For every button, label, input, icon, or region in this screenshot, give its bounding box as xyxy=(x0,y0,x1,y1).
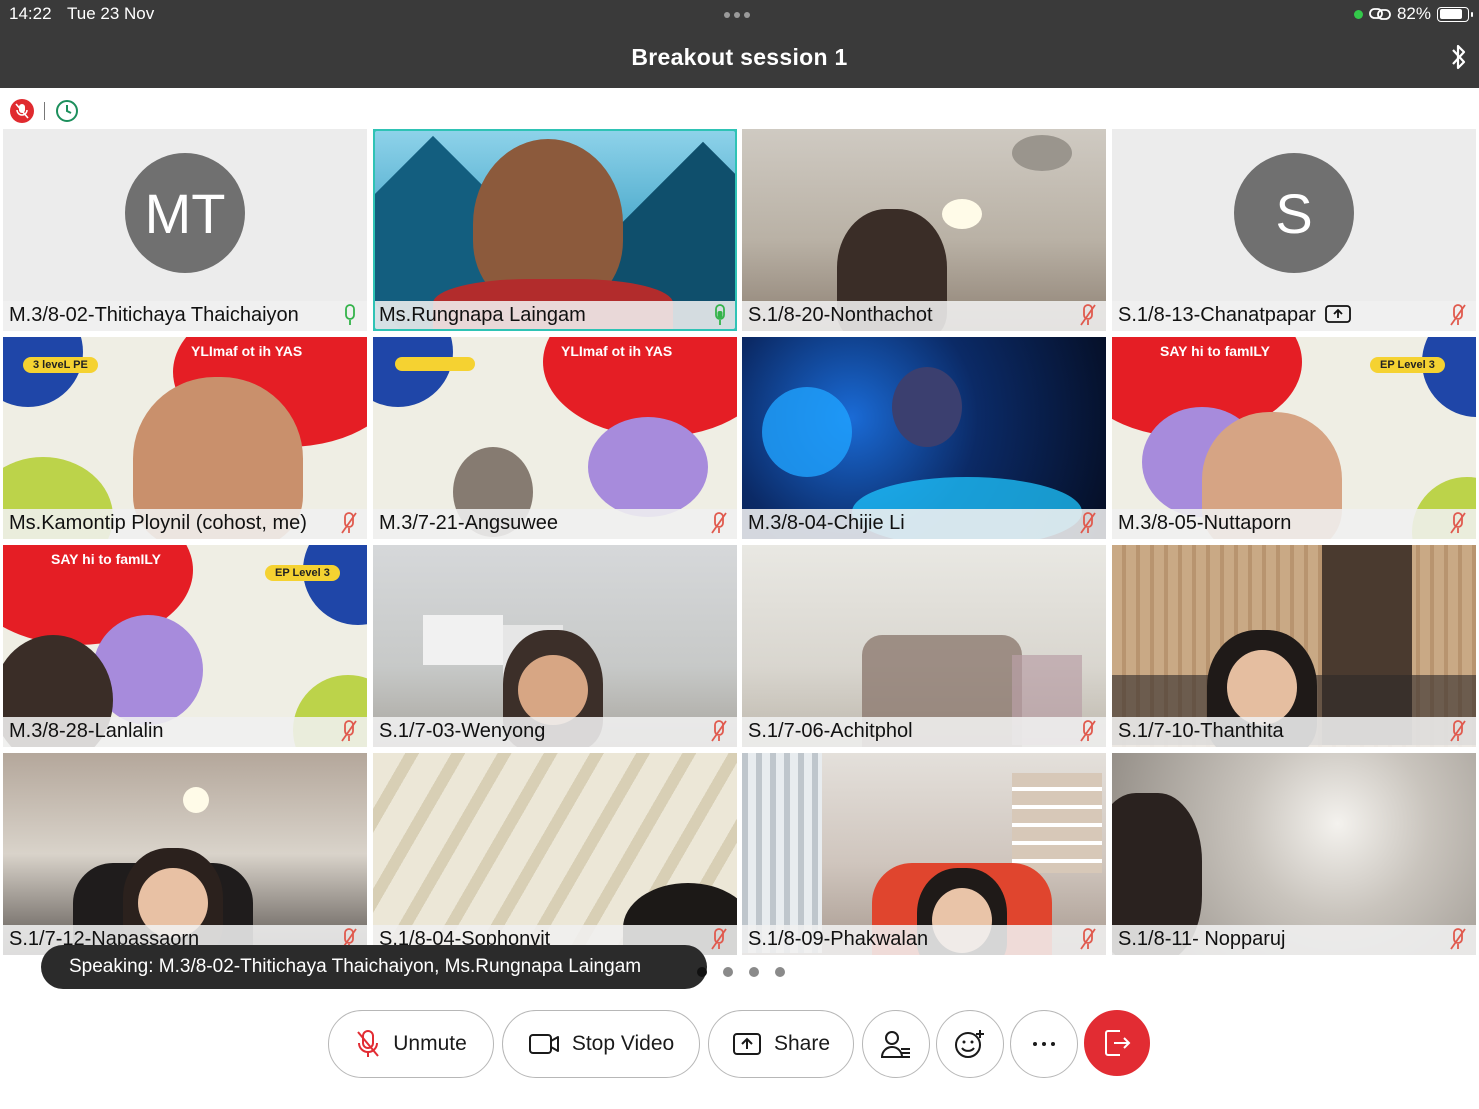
background-banner-text: YLImaf ot ih YAS xyxy=(561,343,673,359)
share-button[interactable]: Share xyxy=(708,1010,854,1078)
participant-name: S.1/8-11- Nopparuj xyxy=(1112,925,1476,955)
ep-level-badge: EP Level 3 xyxy=(265,565,340,581)
mic-muted-icon xyxy=(1080,512,1096,534)
participant-name: M.3/8-02-Thitichaya Thaichaiyon xyxy=(3,301,367,331)
participant-tile[interactable]: SAY hi to famILY EP Level 3 M.3/8-05-Nut… xyxy=(1112,337,1476,539)
unmute-button[interactable]: Unmute xyxy=(328,1010,494,1078)
video-camera-icon xyxy=(528,1034,559,1054)
participant-name: M.3/8-05-Nuttaporn xyxy=(1112,509,1476,539)
participant-tile[interactable]: M.3/8-04-Chijie Li xyxy=(742,337,1106,539)
share-label: Share xyxy=(773,1032,831,1055)
participant-tile-active-speaker[interactable]: Ms.Rungnapa Laingam xyxy=(373,129,737,331)
background-banner-text: SAY hi to famILY xyxy=(1160,343,1270,359)
status-indicators: 82% xyxy=(1353,4,1473,24)
participant-tile[interactable]: S.1/7-06-Achitphol xyxy=(742,545,1106,747)
session-title: Breakout session 1 xyxy=(631,44,848,70)
mic-on-icon xyxy=(345,304,355,325)
avatar: S xyxy=(1234,153,1354,273)
mic-muted-icon xyxy=(341,512,357,534)
reactions-button[interactable] xyxy=(936,1010,1004,1078)
page-indicator[interactable] xyxy=(697,967,785,977)
mic-muted-icon xyxy=(357,1030,380,1057)
participant-tile[interactable]: SAY hi to famILY EP Level 3 M.3/8-28-Lan… xyxy=(3,545,367,747)
participant-name: S.1/7-03-Wenyong xyxy=(373,717,737,747)
mic-muted-icon xyxy=(1450,720,1466,742)
page-dot-active[interactable] xyxy=(697,967,707,977)
bluetooth-icon[interactable] xyxy=(1449,42,1469,72)
participant-name: Ms.Kamontip Ploynil (cohost, me) xyxy=(3,509,367,539)
participant-tile[interactable]: S.1/8-11- Nopparuj xyxy=(1112,753,1476,955)
page-dot[interactable] xyxy=(723,967,733,977)
mic-muted-icon xyxy=(341,720,357,742)
participants-button[interactable] xyxy=(862,1010,930,1078)
emoji-add-icon xyxy=(955,1030,984,1058)
participant-name: M.3/8-28-Lanlalin xyxy=(3,717,367,747)
participant-name: Ms.Rungnapa Laingam xyxy=(373,301,737,331)
unmute-label: Unmute xyxy=(393,1032,467,1055)
mic-muted-icon xyxy=(1080,720,1096,742)
battery-icon xyxy=(1437,6,1473,22)
mic-muted-icon xyxy=(1450,304,1466,326)
status-time: 14:22 xyxy=(9,4,52,23)
multitasking-dots[interactable] xyxy=(724,12,750,18)
participant-name: S.1/7-10-Thanthita xyxy=(1112,717,1476,747)
participant-name-with-share: S.1/8-13-Chanatpapar xyxy=(1112,301,1476,331)
participant-tile[interactable]: S.1/8-20-Nonthachot xyxy=(742,129,1106,331)
more-button[interactable] xyxy=(1010,1010,1078,1078)
participant-name: M.3/7-21-Angsuwee xyxy=(373,509,737,539)
participant-name: S.1/8-20-Nonthachot xyxy=(742,301,1106,331)
participant-tile[interactable]: S.1/7-12-Napassaorn xyxy=(3,753,367,955)
meeting-indicators xyxy=(10,99,79,123)
participant-tile[interactable]: S S.1/8-13-Chanatpapar xyxy=(1112,129,1476,331)
participant-tile[interactable]: 3 leveL PE YLImaf ot ih YAS Ms.Kamontip … xyxy=(3,337,367,539)
participant-tile[interactable]: MT M.3/8-02-Thitichaya Thaichaiyon xyxy=(3,129,367,331)
battery-percent: 82% xyxy=(1396,4,1431,23)
participant-tile[interactable]: YLImaf ot ih YAS M.3/7-21-Angsuwee xyxy=(373,337,737,539)
participant-name: M.3/8-04-Chijie Li xyxy=(742,509,1106,539)
mic-muted-icon xyxy=(711,928,727,950)
mic-muted-badge-icon[interactable] xyxy=(10,99,34,123)
stop-video-button[interactable]: Stop Video xyxy=(502,1010,700,1078)
camera-in-use-icon xyxy=(1353,9,1363,19)
mic-muted-icon xyxy=(1450,512,1466,534)
participant-tile[interactable]: S.1/8-04-Sophonvit xyxy=(373,753,737,955)
leave-meeting-button[interactable] xyxy=(1084,1010,1150,1076)
mic-speaking-icon xyxy=(715,304,725,325)
meeting-toolbar: Unmute Stop Video Share xyxy=(0,1010,1479,1078)
page-dot[interactable] xyxy=(749,967,759,977)
mic-muted-icon xyxy=(711,720,727,742)
more-icon xyxy=(1033,1042,1055,1046)
speaking-indicator: Speaking: M.3/8-02-Thitichaya Thaichaiyo… xyxy=(41,945,707,989)
participant-tile[interactable]: S.1/7-10-Thanthita xyxy=(1112,545,1476,747)
background-banner-text: SAY hi to famILY xyxy=(51,551,161,567)
clock-icon[interactable] xyxy=(55,99,79,123)
top-bar: 14:22 Tue 23 Nov 82% Breakout session 1 xyxy=(0,0,1479,88)
participant-tile[interactable]: S.1/8-09-Phakwalan xyxy=(742,753,1106,955)
screen-share-icon xyxy=(1325,305,1352,323)
mic-muted-icon xyxy=(1080,928,1096,950)
leave-icon xyxy=(1105,1030,1131,1056)
participant-tile[interactable]: S.1/7-03-Wenyong xyxy=(373,545,737,747)
mic-muted-icon xyxy=(1450,928,1466,950)
mic-muted-icon xyxy=(1080,304,1096,326)
status-date: Tue 23 Nov xyxy=(67,4,155,23)
participants-icon xyxy=(880,1031,910,1058)
participant-name: S.1/7-06-Achitphol xyxy=(742,717,1106,747)
participant-name: S.1/8-09-Phakwalan xyxy=(742,925,1106,955)
avatar: MT xyxy=(125,153,245,273)
link-icon xyxy=(1369,8,1391,20)
page-dot[interactable] xyxy=(775,967,785,977)
participant-name: S.1/8-13-Chanatpapar xyxy=(1118,304,1316,326)
ep-level-badge: 3 leveL PE xyxy=(23,357,98,373)
background-banner-text: YLImaf ot ih YAS xyxy=(191,343,303,359)
share-screen-icon xyxy=(732,1033,761,1055)
stop-video-label: Stop Video xyxy=(571,1032,675,1055)
mic-muted-icon xyxy=(711,512,727,534)
ep-level-badge: EP Level 3 xyxy=(1370,357,1445,373)
